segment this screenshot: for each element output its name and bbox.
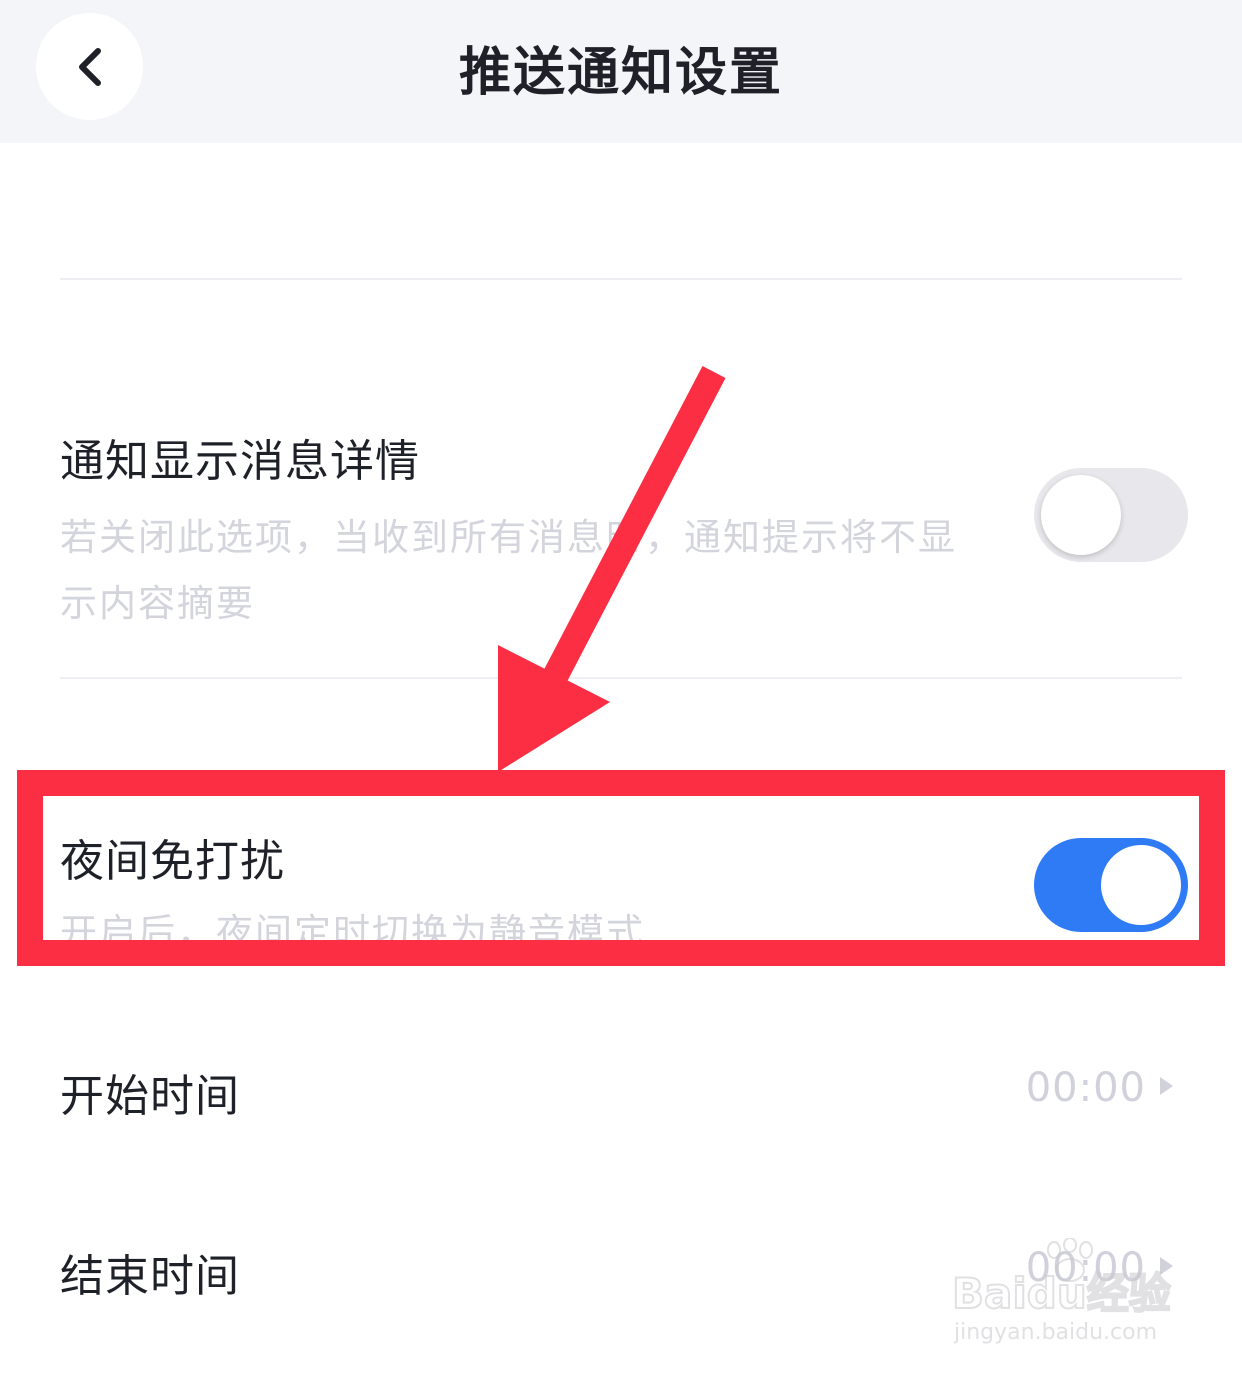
end-time-label: 结束时间 xyxy=(60,1251,240,1302)
setting-title: 通知显示消息详情 xyxy=(60,436,420,487)
annotation-highlight-box xyxy=(17,770,1225,966)
show-details-toggle[interactable] xyxy=(1034,468,1188,562)
toggle-knob xyxy=(1041,475,1121,555)
caret-right-icon xyxy=(1160,1077,1173,1095)
watermark-text: Baidu经验 xyxy=(951,1268,1172,1319)
start-time-label: 开始时间 xyxy=(60,1071,240,1122)
page-title: 推送通知设置 xyxy=(458,43,783,103)
baidu-watermark: Baidu经验 jingyan.baidu.com xyxy=(951,1238,1182,1348)
start-time-value[interactable]: 00:00 xyxy=(1026,1065,1146,1111)
setting-description: 若关闭此选项，当收到所有消息时，通知提示将不显示内容摘要 xyxy=(60,516,957,625)
annotation-arrow-icon xyxy=(498,365,726,772)
watermark-url: jingyan.baidu.com xyxy=(954,1320,1158,1345)
divider xyxy=(60,278,1182,280)
divider xyxy=(60,677,1182,679)
top-bar: 推送通知设置 xyxy=(0,0,1242,143)
